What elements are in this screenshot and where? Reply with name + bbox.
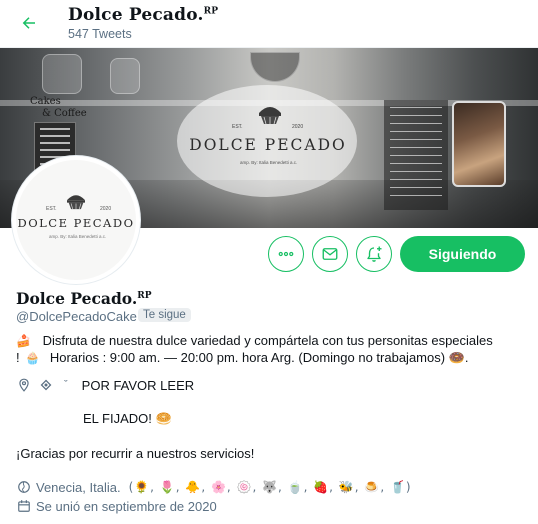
cupcake-emoji-icon: 🧁 [25, 351, 41, 365]
banner-photo [452, 101, 506, 187]
banner-jar [42, 54, 82, 94]
header-title-suffix: RP [203, 6, 219, 17]
bio-text-3: POR FAVOR LEER [81, 377, 195, 393]
globe-icon [16, 479, 32, 495]
cake-logo-icon [259, 107, 281, 125]
banner-cafe-sign: Cakes & Coffee [30, 96, 87, 119]
profile-name: Dolce Pecado.RP [16, 289, 152, 308]
more-icon [278, 251, 294, 257]
banner-menu-panel [384, 100, 448, 210]
more-button[interactable] [268, 236, 304, 272]
avatar-logo: EST. 2020 DOLCE PECADO amp. By: Italia B… [16, 160, 136, 280]
notify-button[interactable] [356, 236, 392, 272]
bio-line-1: 🍰 Disfruta de nuestra dulce variedad y c… [16, 333, 493, 348]
joined-text: Se unió en septiembre de 2020 [36, 498, 217, 514]
follows-you-badge: Te sigue [138, 308, 191, 322]
profile-header: Dolce Pecado.RP 547 Tweets [0, 0, 538, 48]
cake-logo-icon [67, 195, 85, 210]
banner-year: 2020 [292, 124, 304, 130]
location-icon [16, 377, 32, 393]
profile-name-suffix: RP [137, 290, 152, 301]
banner-jar [110, 58, 140, 94]
header-title: Dolce Pecado.RP [68, 5, 219, 25]
arrow-left-icon [22, 17, 35, 29]
bio-text-1: Disfruta de nuestra dulce variedad y com… [42, 333, 493, 348]
avatar-brand: DOLCE PECADO [17, 216, 135, 230]
bio-line-4: EL FIJADO! 🥯 [83, 411, 172, 426]
bio-line-3: ˇ POR FAVOR LEER [16, 377, 194, 393]
mail-icon [322, 248, 338, 260]
bio-text-2: Horarios : 9:00 am. — 20:00 pm. hora Arg… [49, 350, 469, 365]
avatar-year: 2020 [100, 206, 112, 212]
bio-exclaim: ! [16, 350, 20, 365]
avatar-est: EST. [46, 206, 57, 212]
message-button[interactable] [312, 236, 348, 272]
bell-plus-icon [367, 246, 382, 262]
profile-handle[interactable]: @DolcePecadoCake [16, 309, 137, 324]
back-button[interactable] [14, 8, 44, 38]
diamond-icon [38, 377, 54, 393]
banner-tagline: amp. By: Italia Benedetti a.c. [240, 160, 298, 165]
bio-line-5: ¡Gracias por recurrir a nuestros servici… [16, 446, 255, 461]
avatar[interactable]: EST. 2020 DOLCE PECADO amp. By: Italia B… [12, 156, 140, 284]
cake-emoji-icon: 🍰 [16, 334, 31, 348]
bio-line-2: ! 🧁 Horarios : 9:00 am. — 20:00 pm. hora… [16, 350, 468, 366]
location-text: Venecia, Italia. [36, 479, 121, 495]
location-row: Venecia, Italia. (🌻, 🌷, 🐥, 🌸, 🍥, 🐺, 🍵, 🍓… [16, 479, 412, 495]
joined-row: Se unió en septiembre de 2020 [16, 498, 217, 514]
banner-brand: DOLCE PECADO [189, 136, 347, 154]
location-emojis: (🌻, 🌷, 🐥, 🌸, 🍥, 🐺, 🍵, 🍓, 🐝, 🍮, 🥤) [128, 480, 412, 494]
tweet-count: 547 Tweets [68, 27, 132, 41]
banner-dripper [250, 52, 300, 82]
banner-est: EST. [232, 124, 243, 130]
caret-mark: ˇ [64, 379, 68, 391]
calendar-icon [16, 498, 32, 514]
avatar-tagline: amp. By: Italia Benedetti a.c. [49, 234, 107, 239]
following-button[interactable]: Siguiendo [400, 236, 525, 272]
